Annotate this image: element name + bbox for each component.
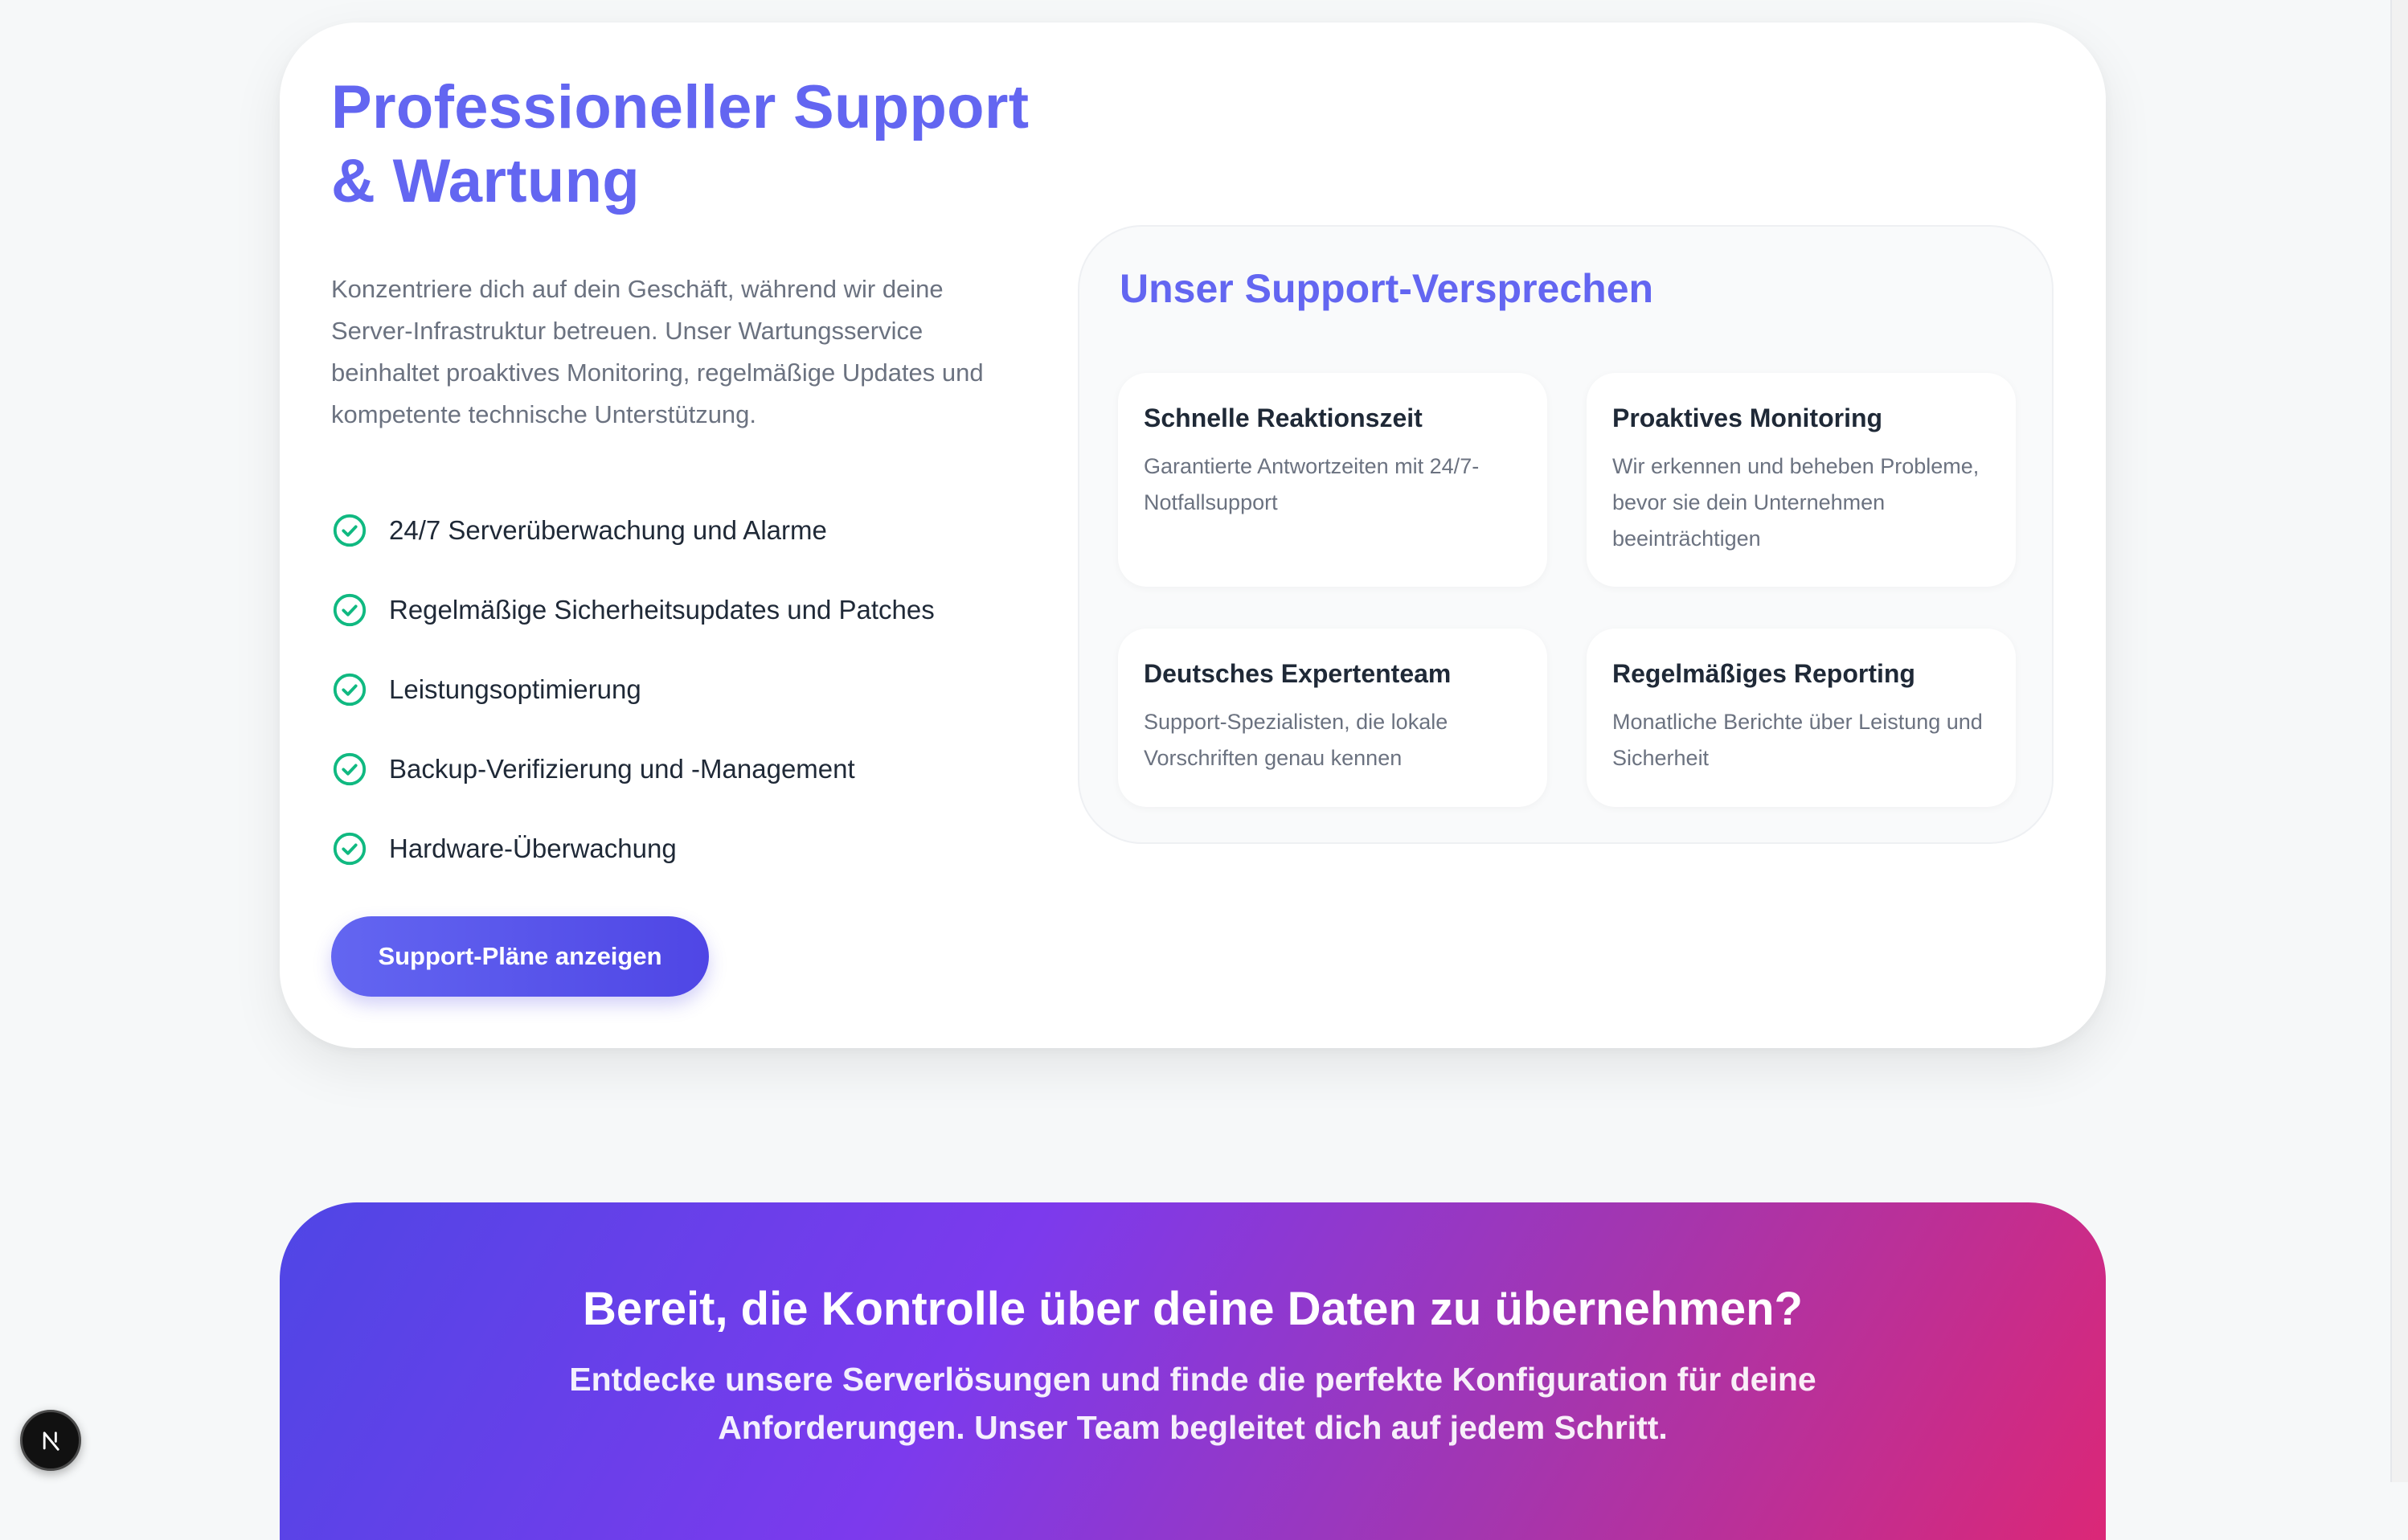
promise-card-reporting: Regelmäßiges Reporting Monatliche Berich… — [1587, 629, 2016, 807]
promise-card-description: Wir erkennen und beheben Probleme, bevor… — [1612, 454, 1980, 551]
promise-card-description: Support-Spezialisten, die lokale Vorschr… — [1144, 710, 1448, 770]
check-circle-icon — [333, 673, 367, 706]
feature-label: Leistungsoptimierung — [389, 674, 641, 704]
promise-card-title: Schnelle Reaktionszeit — [1144, 403, 1423, 432]
promise-card-fast-response: Schnelle Reaktionszeit Garantierte Antwo… — [1118, 373, 1547, 587]
check-circle-icon — [333, 593, 367, 626]
scrollbar[interactable] — [2392, 0, 2408, 1482]
feature-item: Regelmäßige Sicherheitsupdates und Patch… — [331, 570, 1038, 649]
feature-item: Leistungsoptimierung — [331, 649, 1038, 729]
feature-list: 24/7 Serverüberwachung und Alarme Regelm… — [331, 490, 1038, 888]
support-left-column: Professioneller Support & Wartung Konzen… — [331, 71, 1038, 888]
support-section-card: Professioneller Support & Wartung Konzen… — [280, 23, 2106, 1048]
cta-banner: Bereit, die Kontrolle über deine Daten z… — [280, 1202, 2106, 1540]
support-plans-button[interactable]: Support-Pläne anzeigen — [331, 916, 709, 997]
promise-card-title: Regelmäßiges Reporting — [1612, 659, 1915, 688]
feature-label: Backup-Verifizierung und -Management — [389, 753, 855, 784]
promise-card-proactive-monitoring: Proaktives Monitoring Wir erkennen und b… — [1587, 373, 2016, 587]
support-title-line1: Professioneller Support — [331, 73, 1030, 141]
promise-card-expert-team: Deutsches Expertenteam Support-Spezialis… — [1118, 629, 1547, 807]
feature-label: Regelmäßige Sicherheitsupdates und Patch… — [389, 594, 935, 625]
feature-label: Hardware-Überwachung — [389, 833, 677, 863]
promise-card-title: Proaktives Monitoring — [1612, 403, 1883, 432]
feature-item: Backup-Verifizierung und -Management — [331, 729, 1038, 809]
promise-card-description: Monatliche Berichte über Leistung und Si… — [1612, 710, 1983, 770]
feature-label: 24/7 Serverüberwachung und Alarme — [389, 514, 827, 545]
check-circle-icon — [333, 832, 367, 865]
nextjs-devtools-button[interactable] — [20, 1410, 81, 1471]
support-promise-panel: Unser Support-Versprechen Schnelle Reakt… — [1078, 225, 2054, 844]
cta-heading: Bereit, die Kontrolle über deine Daten z… — [583, 1283, 1803, 1335]
feature-item: Hardware-Überwachung — [331, 809, 1038, 888]
feature-item: 24/7 Serverüberwachung und Alarme — [331, 490, 1038, 570]
support-title-line2: & Wartung — [331, 147, 641, 215]
check-circle-icon — [333, 514, 367, 547]
check-circle-icon — [333, 752, 367, 785]
support-intro-text: Konzentriere dich auf dein Geschäft, wäh… — [331, 275, 984, 428]
support-title: Professioneller Support & Wartung — [331, 71, 1038, 219]
cta-text: Entdecke unsere Serverlösungen und finde… — [569, 1361, 1816, 1446]
promise-card-title: Deutsches Expertenteam — [1144, 659, 1452, 688]
promise-title: Unser Support-Versprechen — [1120, 266, 1654, 311]
nextjs-logo-icon — [43, 1431, 59, 1451]
promise-card-description: Garantierte Antwortzeiten mit 24/7-Notfa… — [1144, 454, 1480, 514]
